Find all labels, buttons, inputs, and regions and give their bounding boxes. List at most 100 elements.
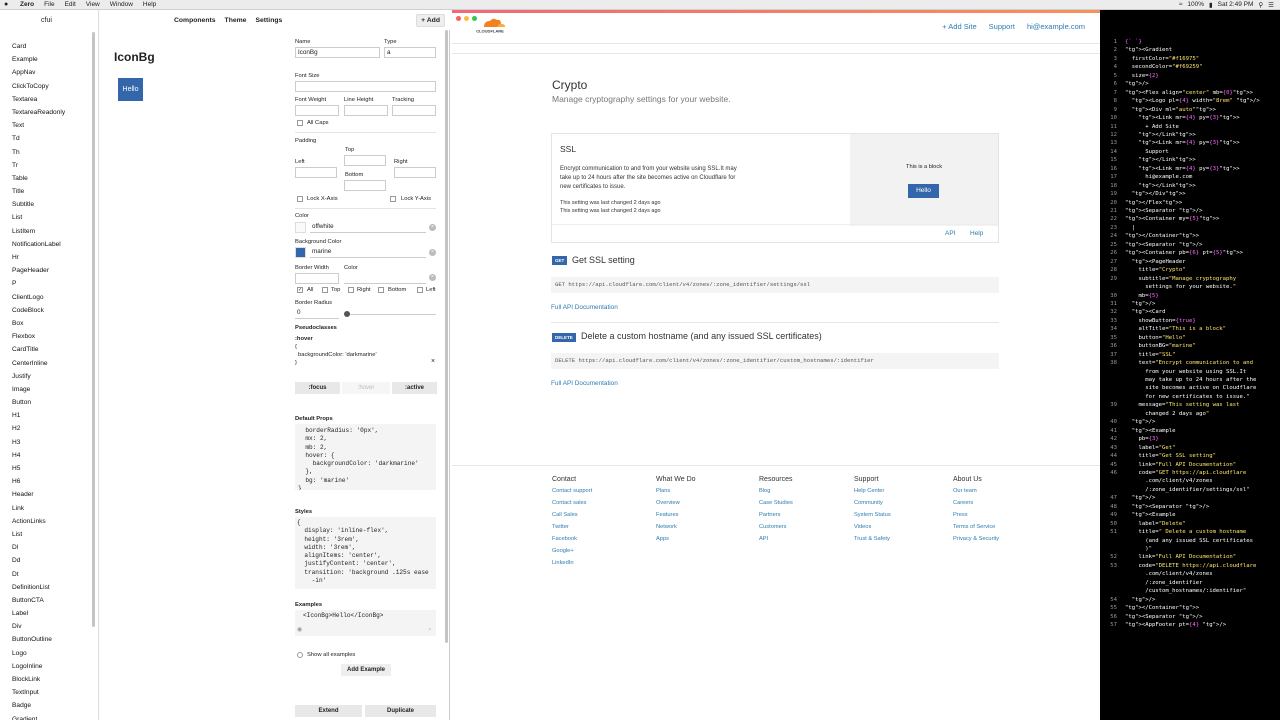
font-size-input[interactable] <box>295 81 436 92</box>
footer-link[interactable]: Customers <box>759 524 793 536</box>
sidebar-item-subtitle[interactable]: Subtitle <box>12 198 98 211</box>
api-docs-link[interactable]: Full API Documentation <box>551 304 618 311</box>
border-left-checkbox[interactable] <box>417 287 423 293</box>
search-icon[interactable]: ⚲ <box>1258 1 1263 9</box>
menu-edit[interactable]: Edit <box>65 1 76 8</box>
sidebar-item-dt[interactable]: Dt <box>12 568 98 581</box>
example-code-block[interactable]: GET https://api.cloudflare.com/client/v4… <box>551 277 999 293</box>
add-example-button[interactable]: Add Example <box>341 664 391 676</box>
wifi-icon[interactable]: ≈ <box>1179 1 1183 8</box>
footer-link[interactable]: Google+ <box>552 548 592 560</box>
border-radius-slider-track[interactable] <box>346 314 436 315</box>
footer-link[interactable]: LinkedIn <box>552 560 592 572</box>
sidebar-item-badge[interactable]: Badge <box>12 699 98 712</box>
border-top-checkbox[interactable] <box>322 287 328 293</box>
sidebar-item-codeblock[interactable]: CodeBlock <box>12 304 98 317</box>
lock-x-checkbox[interactable] <box>297 196 303 202</box>
clear-bg-color-icon[interactable]: × <box>429 249 436 256</box>
footer-link[interactable]: System Status <box>854 512 891 524</box>
app-menu[interactable]: Zero <box>20 1 34 8</box>
clear-color-icon[interactable]: × <box>429 224 436 231</box>
padding-bottom-input[interactable] <box>344 180 386 191</box>
duplicate-button[interactable]: Duplicate <box>365 705 436 717</box>
footer-link[interactable]: Contact support <box>552 488 592 500</box>
footer-link[interactable]: Facebook <box>552 536 592 548</box>
sidebar-item-clientlogo[interactable]: ClientLogo <box>12 291 98 304</box>
name-input[interactable]: IconBg <box>295 47 380 58</box>
sidebar-item-cardtitle[interactable]: CardTitle <box>12 343 98 356</box>
sidebar-item-p[interactable]: P <box>12 277 98 290</box>
sidebar-item-blocklink[interactable]: BlockLink <box>12 673 98 686</box>
sidebar-item-textareareadonly[interactable]: TextareaReadonly <box>12 106 98 119</box>
properties-scrollbar[interactable] <box>445 30 448 643</box>
sidebar-item-label[interactable]: Label <box>12 607 98 620</box>
sidebar-item-textinput[interactable]: TextInput <box>12 686 98 699</box>
footer-link[interactable]: Plans <box>656 488 696 500</box>
sidebar-item-textarea[interactable]: Textarea <box>12 93 98 106</box>
clear-border-color-icon[interactable]: × <box>429 274 436 281</box>
menu-view[interactable]: View <box>86 1 100 8</box>
sidebar-item-button[interactable]: Button <box>12 396 98 409</box>
sidebar-item-image[interactable]: Image <box>12 383 98 396</box>
sidebar-item-h5[interactable]: H5 <box>12 462 98 475</box>
sidebar-item-table[interactable]: Table <box>12 172 98 185</box>
footer-link[interactable]: Trust & Safety <box>854 536 891 548</box>
border-right-checkbox[interactable] <box>348 287 354 293</box>
focus-button[interactable]: :focus <box>295 382 340 394</box>
extend-button[interactable]: Extend <box>295 705 362 717</box>
add-component-button[interactable]: + Add <box>416 13 445 27</box>
sidebar-item-logoinline[interactable]: LogoInline <box>12 660 98 673</box>
padding-left-input[interactable] <box>295 167 337 178</box>
nav-settings[interactable]: Settings <box>255 17 282 24</box>
footer-link[interactable]: Community <box>854 500 891 512</box>
block-hello-button[interactable]: Hello <box>908 184 939 198</box>
sidebar-item-list[interactable]: List <box>12 528 98 541</box>
menu-file[interactable]: File <box>44 1 54 8</box>
sidebar-item-list[interactable]: List <box>12 211 98 224</box>
sidebar-item-th[interactable]: Th <box>12 146 98 159</box>
sidebar-item-h2[interactable]: H2 <box>12 422 98 435</box>
sidebar-item-dd[interactable]: Dd <box>12 554 98 567</box>
support-link[interactable]: Support <box>989 22 1015 31</box>
sidebar-item-gradient[interactable]: Gradient <box>12 713 98 720</box>
cloudflare-logo[interactable]: CLOUDFLARE <box>468 16 512 34</box>
sidebar-item-h4[interactable]: H4 <box>12 449 98 462</box>
footer-link[interactable]: Privacy & Security <box>953 536 999 548</box>
nav-theme[interactable]: Theme <box>225 17 247 24</box>
hover-button[interactable]: :hover <box>342 382 390 394</box>
footer-link[interactable]: Call Sales <box>552 512 592 524</box>
nav-components[interactable]: Components <box>174 17 216 24</box>
sidebar-item-td[interactable]: Td <box>12 132 98 145</box>
padding-top-input[interactable] <box>344 155 386 166</box>
sidebar-item-logo[interactable]: Logo <box>12 647 98 660</box>
lock-y-checkbox[interactable] <box>390 196 396 202</box>
sidebar-item-centerinline[interactable]: CenterInline <box>12 357 98 370</box>
sidebar-item-justify[interactable]: Justify <box>12 370 98 383</box>
color-swatch[interactable] <box>295 222 306 233</box>
api-docs-link[interactable]: Full API Documentation <box>551 380 618 387</box>
sidebar-item-pageheader[interactable]: PageHeader <box>12 264 98 277</box>
border-all-checkbox[interactable]: ✓ <box>297 287 303 293</box>
battery-icon[interactable]: ▮ <box>1209 1 1213 9</box>
color-input[interactable]: offwhite <box>310 222 426 233</box>
menu-help[interactable]: Help <box>143 1 156 8</box>
pseudo-body[interactable]: backgroundColor: 'darkmarine' <box>298 352 377 358</box>
sidebar-item-h1[interactable]: H1 <box>12 409 98 422</box>
help-link[interactable]: Help <box>970 230 983 237</box>
footer-link[interactable]: Partners <box>759 512 793 524</box>
sidebar-item-dl[interactable]: Dl <box>12 541 98 554</box>
menu-list-icon[interactable]: ☰ <box>1268 1 1274 9</box>
tracking-input[interactable] <box>392 105 436 116</box>
active-button[interactable]: :active <box>392 382 437 394</box>
api-link[interactable]: API <box>945 230 955 237</box>
example-code-block[interactable]: DELETE https://api.cloudflare.com/client… <box>551 353 999 369</box>
footer-link[interactable]: Features <box>656 512 696 524</box>
example-radio-icon[interactable]: ◉ <box>297 627 302 633</box>
footer-link[interactable]: API <box>759 536 793 548</box>
sidebar-item-flexbox[interactable]: Flexbox <box>12 330 98 343</box>
border-width-input[interactable] <box>295 273 339 284</box>
footer-link[interactable]: Case Studies <box>759 500 793 512</box>
bg-color-swatch[interactable] <box>295 247 306 258</box>
border-radius-input[interactable]: 0 <box>295 308 339 319</box>
bg-color-input[interactable]: marine <box>310 247 426 258</box>
